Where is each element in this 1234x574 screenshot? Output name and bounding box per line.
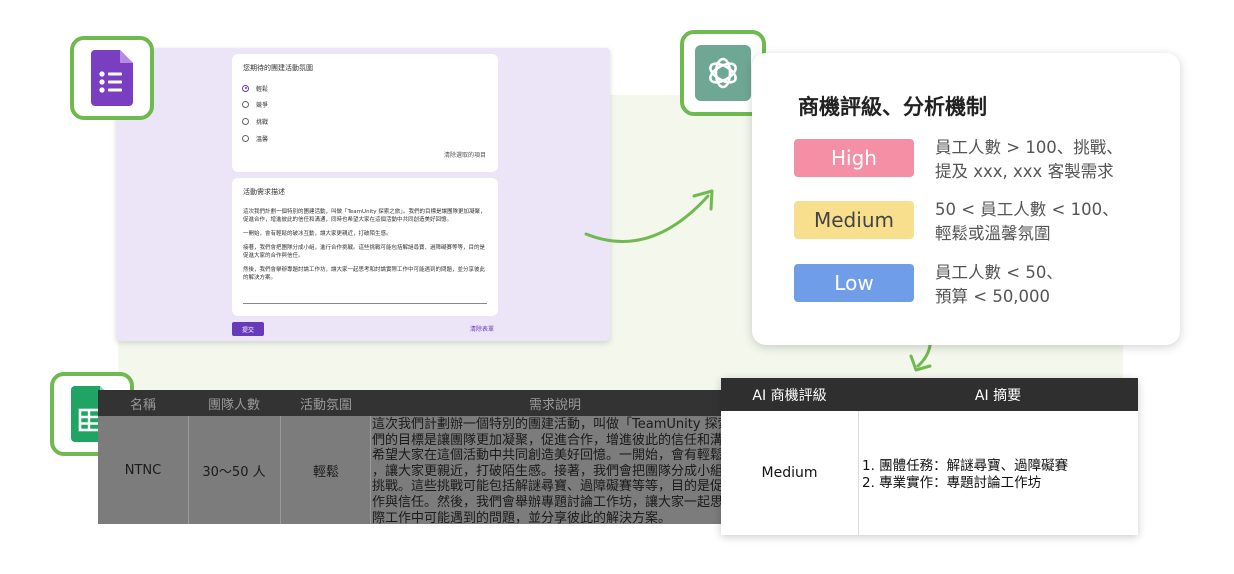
- header-name: 名稱: [129, 397, 156, 413]
- cell-name[interactable]: NTNC: [98, 416, 188, 524]
- medium-rule: 50 < 員工人數 < 100、 輕鬆或溫馨氛圍: [935, 200, 1119, 243]
- sheet-header-row: 名稱 團隊人數 活動氛圍 需求說明: [98, 390, 738, 416]
- header-ai-summary: AI 摘要: [974, 387, 1022, 404]
- high-badge: High: [794, 139, 914, 177]
- result-header-row: AI 商機評級 AI 摘要: [721, 378, 1138, 411]
- header-description: 需求說明: [528, 397, 581, 413]
- header-ai-rating: AI 商機評級: [752, 387, 827, 404]
- cell-description[interactable]: 這次我們計劃辦一個特別的團建活動，叫做「TeamUnity 探索之旅 們的目標是…: [372, 417, 738, 524]
- header-team-size: 團隊人數: [207, 397, 260, 413]
- cell-ai-rating[interactable]: Medium: [721, 411, 858, 535]
- ai-result-table: AI 商機評級 AI 摘要 Medium 1. 團體任務：解謎尋寶、過障礙賽 2…: [721, 378, 1138, 535]
- cell-team-size[interactable]: 30～50 人: [188, 416, 280, 524]
- cell-ai-summary[interactable]: 1. 團體任務：解謎尋寶、過障礙賽 2. 專業實作：專題討論工作坊: [862, 458, 1068, 492]
- cell-atmosphere[interactable]: 輕鬆: [280, 416, 372, 524]
- low-rule: 員工人數 < 50、 預算 < 50,000: [935, 263, 1063, 306]
- low-badge: Low: [794, 264, 914, 302]
- column-divider: [858, 411, 859, 535]
- sheet-table: 名稱 團隊人數 活動氛圍 需求說明 NTNC 30～50 人 輕鬆 這次我們計劃…: [98, 390, 738, 524]
- high-rule: 員工人數 > 100、挑戰、 提及 xxx, xxx 客製需求: [935, 138, 1123, 181]
- medium-badge: Medium: [794, 201, 914, 239]
- header-atmosphere: 活動氛圍: [299, 397, 352, 413]
- arrow-form-to-ai: [584, 194, 710, 243]
- rating-title: 商機評級、分析機制: [798, 95, 987, 119]
- rating-mechanism-card: 商機評級、分析機制 High 員工人數 > 100、挑戰、 提及 xxx, xx…: [752, 53, 1180, 345]
